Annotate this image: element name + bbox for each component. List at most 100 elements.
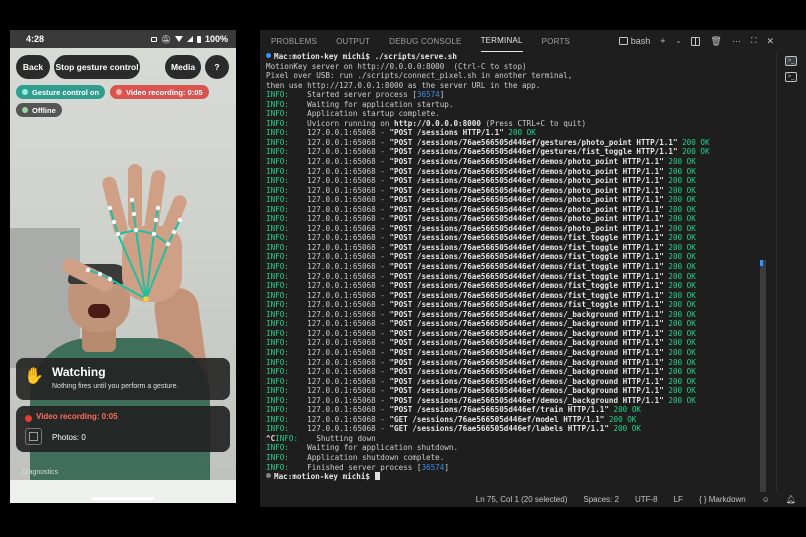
status-code: 200 OK <box>613 424 641 434</box>
trash-icon[interactable]: 🗑︎ <box>710 36 721 47</box>
separator: - <box>375 128 390 138</box>
tab-terminal[interactable]: TERMINAL <box>480 30 523 52</box>
chevron-down-icon[interactable]: ⌄ <box>676 37 682 45</box>
terminal-output[interactable]: Mac:motion-key michi$ ./scripts/serve.sh… <box>266 52 762 492</box>
tab-debug-console[interactable]: DEBUG CONSOLE <box>389 30 461 52</box>
log-level: INFO: <box>266 376 289 386</box>
client-address: 127.0.0.1:65068 <box>307 347 376 357</box>
client-address: 127.0.0.1:65068 <box>307 214 376 224</box>
request-log-line: INFO: 127.0.0.1:65068 - "POST /sessions/… <box>266 252 762 262</box>
recording-card: Video recording: 0:05 Photos: 0 <box>16 406 230 452</box>
terminal-scrollbar[interactable] <box>760 260 766 492</box>
line-ending[interactable]: LF <box>674 495 683 504</box>
request-path: /sessions/76ae566505d446ef/demos/_backgr… <box>416 347 619 357</box>
client-address: 127.0.0.1:65068 <box>307 223 376 233</box>
client-address: 127.0.0.1:65068 <box>307 386 376 396</box>
terminal-cursor <box>374 472 380 481</box>
request-log-line: INFO: 127.0.0.1:65068 - "POST /sessions/… <box>266 272 762 282</box>
http-method: POST <box>394 233 413 243</box>
terminal-panel: PROBLEMS OUTPUT DEBUG CONSOLE TERMINAL P… <box>260 30 806 507</box>
media-button[interactable]: Media <box>165 55 201 79</box>
editor-status-bar: Ln 75, Col 1 (20 selected) Spaces: 2 UTF… <box>260 492 806 507</box>
back-button[interactable]: Back <box>16 55 50 79</box>
http-method: POST <box>394 262 413 272</box>
http-method: POST <box>394 319 413 329</box>
encoding[interactable]: UTF-8 <box>635 495 658 504</box>
log-level: INFO: <box>266 386 289 396</box>
tab-ports[interactable]: PORTS <box>542 30 570 52</box>
request-path: /sessions/76ae566505d446ef/train <box>416 405 564 415</box>
language-mode[interactable]: { } Markdown <box>699 495 746 504</box>
maximize-panel-icon[interactable]: ⛶ <box>751 36 757 46</box>
separator: - <box>375 309 390 319</box>
terminal-instance-icon[interactable]: >_ <box>785 72 797 82</box>
cursor-position[interactable]: Ln 75, Col 1 (20 selected) <box>476 495 568 504</box>
request-line: "POST /sessions/76ae566505d446ef/demos/f… <box>389 252 664 262</box>
status-code: 200 OK <box>668 357 696 367</box>
client-address: 127.0.0.1:65068 <box>307 176 376 186</box>
terminal-command: ./scripts/serve.sh <box>374 52 457 61</box>
log-level: INFO: <box>266 452 289 462</box>
diagnostics-link[interactable]: Diagnostics <box>22 469 58 476</box>
separator: - <box>375 395 390 405</box>
log-level: INFO: <box>266 99 289 109</box>
request-path: /sessions/76ae566505d446ef/demos/photo_p… <box>416 166 619 176</box>
stop-gesture-control-button[interactable]: Stop gesture control <box>54 55 140 79</box>
log-line: INFO: Finished server process [36574] <box>266 463 762 473</box>
http-version: HTTP/1.1 <box>636 137 673 147</box>
log-line: INFO: Waiting for application shutdown. <box>266 443 762 453</box>
separator: - <box>375 357 390 367</box>
log-level: INFO: <box>275 433 299 443</box>
help-button[interactable]: ? <box>205 55 229 79</box>
tab-output[interactable]: OUTPUT <box>336 30 370 52</box>
command-decoration-icon[interactable] <box>266 473 271 479</box>
photos-count: Photos: 0 <box>52 433 86 442</box>
http-version: HTTP/1.1 <box>622 376 660 386</box>
client-address: 127.0.0.1:65068 <box>307 262 376 272</box>
client-address: 127.0.0.1:65068 <box>307 290 376 300</box>
split-terminal-icon[interactable] <box>691 36 701 46</box>
http-version: HTTP/1.1 <box>622 328 660 338</box>
command-decoration-icon[interactable] <box>266 53 271 58</box>
http-method: POST <box>394 271 413 281</box>
request-log-line: INFO: 127.0.0.1:65068 - "POST /sessions/… <box>266 348 762 358</box>
copilot-icon[interactable]: ☺ <box>762 495 770 504</box>
request-log-line: INFO: 127.0.0.1:65068 - "POST /sessions/… <box>266 195 762 205</box>
separator: - <box>375 414 390 424</box>
close-panel-icon[interactable]: ✕ <box>766 36 774 47</box>
indentation[interactable]: Spaces: 2 <box>583 495 619 504</box>
tab-problems[interactable]: PROBLEMS <box>271 30 317 52</box>
request-log-line: INFO: 127.0.0.1:65068 - "POST /sessions/… <box>266 319 762 329</box>
request-line: "POST /sessions/76ae566505d446ef/demos/p… <box>389 195 664 205</box>
log-level: INFO: <box>266 462 289 472</box>
status-code: 200 OK <box>668 290 696 300</box>
http-method: POST <box>394 195 413 205</box>
raised-hand-icon: ✋ <box>24 368 44 385</box>
photo-thumbnail[interactable] <box>25 428 42 445</box>
status-code: 200 OK <box>608 414 637 424</box>
new-terminal-icon[interactable]: + <box>660 36 665 46</box>
client-address: 127.0.0.1:65068 <box>307 242 376 252</box>
home-indicator[interactable] <box>92 497 154 500</box>
terminal-actions: bash + ⌄ 🗑︎ ⋯ ⛶ ✕ <box>618 30 774 52</box>
http-method: POST <box>394 176 413 186</box>
separator: - <box>375 233 390 243</box>
request-path: /sessions/76ae566505d446ef/demos/_backgr… <box>416 386 619 396</box>
shell-selector[interactable]: bash <box>618 36 650 46</box>
notifications-bell-icon[interactable]: 🔔︎ <box>786 495 796 504</box>
status-icons: 🔕︎ 100% <box>150 34 228 44</box>
terminal-instance-icon[interactable]: >_ <box>785 56 797 66</box>
more-actions-icon[interactable]: ⋯ <box>732 36 741 47</box>
connection-status-label: Offline <box>32 105 56 115</box>
log-message: Started server process [ <box>307 90 417 100</box>
log-message: Uvicorn running on <box>307 118 395 128</box>
